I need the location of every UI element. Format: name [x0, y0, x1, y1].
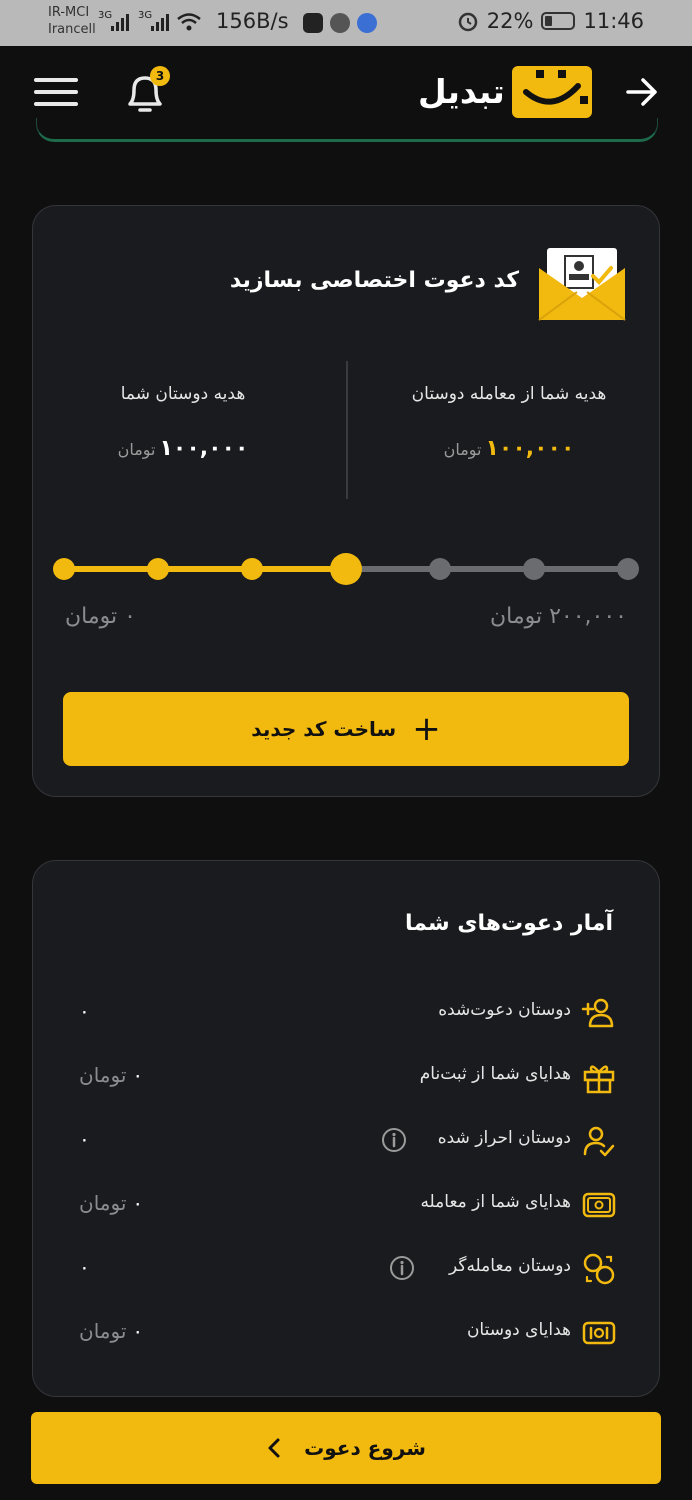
- stat-label: هدایای شما از ثبت‌نام: [419, 1064, 571, 1084]
- start-invite-button[interactable]: شروع دعوت: [31, 1412, 661, 1484]
- stat-label: هدایای شما از معامله: [420, 1192, 571, 1212]
- stat-number: ۰: [132, 1191, 144, 1215]
- invite-stats-card: آمار دعوت‌های شما دوستان دعوت‌شده ۰ هدای…: [32, 860, 660, 1397]
- info-icon[interactable]: [389, 1255, 415, 1281]
- app-notification-icon: [303, 13, 323, 33]
- stat-row: دوستان معامله‌گر ۰: [77, 1249, 617, 1289]
- invite-code-card: کد دعوت اختصاصی بسازید هدیه شما از معامل…: [32, 205, 660, 797]
- brand-logo: [512, 66, 592, 118]
- friends-gift-column: هدیه دوستان شما ۱۰۰,۰۰۰تومان: [33, 384, 333, 461]
- stat-value: ۰: [79, 1127, 90, 1151]
- envelope-icon: [538, 248, 626, 321]
- your-gift-column: هدیه شما از معامله دوستان ۱۰۰,۰۰۰تومان: [359, 384, 659, 461]
- stat-value: ۰: [79, 1255, 90, 1279]
- status-right: 22% 11:46: [457, 9, 644, 33]
- brand-name: تبدیل: [418, 72, 505, 111]
- friends-gift-currency: تومان: [117, 440, 156, 459]
- stat-row: هدایای شما از ثبت‌نام ۰تومان: [77, 1057, 617, 1097]
- stat-label: دوستان احراز شده: [437, 1128, 571, 1148]
- slider-track-empty: [345, 566, 629, 572]
- previous-card-edge: [36, 118, 658, 142]
- gift-split-slider[interactable]: [51, 548, 641, 588]
- stat-label: هدایای دوستان: [466, 1320, 571, 1340]
- your-gift-label: هدیه شما از معامله دوستان: [411, 384, 607, 404]
- stat-unit: تومان: [79, 1191, 127, 1215]
- slider-step[interactable]: [429, 558, 451, 580]
- stat-number: ۰: [79, 1127, 90, 1151]
- back-arrow-icon[interactable]: [622, 72, 662, 112]
- slider-step[interactable]: [147, 558, 169, 580]
- friends-gift-amount: ۱۰۰,۰۰۰: [159, 436, 249, 461]
- stat-value: ۰تومان: [79, 1319, 143, 1343]
- clock: 11:46: [583, 9, 644, 33]
- wifi-icon: [177, 13, 201, 31]
- stat-number: ۰: [79, 999, 90, 1023]
- battery-icon: [541, 12, 576, 30]
- info-icon[interactable]: [381, 1127, 407, 1153]
- column-divider: [346, 361, 348, 499]
- hamburger-menu-icon[interactable]: [34, 78, 78, 108]
- money-icon: [582, 1192, 616, 1218]
- slider-step[interactable]: [617, 558, 639, 580]
- carrier-names: IR-MCI Irancell: [48, 4, 96, 38]
- start-invite-label: شروع دعوت: [304, 1436, 426, 1460]
- battery-percent: 22%: [486, 9, 534, 33]
- coins-icon: [583, 1253, 615, 1285]
- stat-number: ۰: [79, 1255, 90, 1279]
- slider-step[interactable]: [523, 558, 545, 580]
- friends-gift-label: هدیه دوستان شما: [120, 384, 246, 404]
- create-button-label: ساخت کد جدید: [251, 717, 397, 741]
- browser-icon: [330, 13, 350, 33]
- stat-label: دوستان معامله‌گر: [448, 1256, 571, 1276]
- user-check-icon: [583, 1126, 615, 1157]
- network-speed: 156B/s: [216, 9, 289, 33]
- signal-icon-2: [151, 14, 169, 31]
- signal-icon: [111, 14, 129, 31]
- create-new-code-button[interactable]: + ساخت کد جدید: [63, 692, 629, 766]
- stat-number: ۰: [132, 1063, 144, 1087]
- slider-max-label: ۲۰۰,۰۰۰ تومان: [489, 604, 627, 629]
- chevron-left-icon: [268, 1438, 280, 1458]
- your-gift-value: ۱۰۰,۰۰۰تومان: [359, 436, 659, 461]
- slider-min-label: ۰ تومان: [65, 604, 136, 629]
- plus-icon: +: [412, 709, 441, 749]
- stat-value: ۰تومان: [79, 1191, 143, 1215]
- stat-row: دوستان احراز شده ۰: [77, 1121, 617, 1161]
- slider-step[interactable]: [53, 558, 75, 580]
- stat-unit: تومان: [79, 1319, 127, 1343]
- stat-unit: تومان: [79, 1063, 127, 1087]
- slider-handle[interactable]: [330, 553, 362, 585]
- stat-row: هدایای دوستان ۰تومان: [77, 1313, 617, 1353]
- globe-icon: [357, 13, 377, 33]
- alarm-icon: [458, 12, 478, 32]
- notification-badge: 3: [150, 66, 170, 86]
- stat-value: ۰تومان: [79, 1063, 143, 1087]
- stat-number: ۰: [132, 1319, 144, 1343]
- cash-icon: [582, 1321, 616, 1345]
- stat-row: دوستان دعوت‌شده ۰: [77, 993, 617, 1033]
- your-gift-currency: تومان: [443, 440, 482, 459]
- friends-gift-value: ۱۰۰,۰۰۰تومان: [33, 436, 333, 461]
- carrier-1: IR-MCI: [48, 5, 90, 20]
- invite-card-title: کد دعوت اختصاصی بسازید: [229, 268, 519, 293]
- status-bar: IR-MCI Irancell 3G 3G 156B/s 22% 11:46: [0, 0, 692, 46]
- carrier-2: Irancell: [48, 22, 96, 37]
- user-plus-icon: [581, 998, 614, 1028]
- stats-title: آمار دعوت‌های شما: [405, 911, 613, 936]
- gift-icon: [583, 1065, 615, 1094]
- stat-row: هدایای شما از معامله ۰تومان: [77, 1185, 617, 1225]
- slider-track-filled: [63, 566, 345, 572]
- your-gift-amount: ۱۰۰,۰۰۰: [485, 436, 575, 461]
- logo-mark-icon: [523, 70, 588, 105]
- stat-value: ۰: [79, 999, 90, 1023]
- slider-step[interactable]: [241, 558, 263, 580]
- stat-label: دوستان دعوت‌شده: [438, 1000, 571, 1020]
